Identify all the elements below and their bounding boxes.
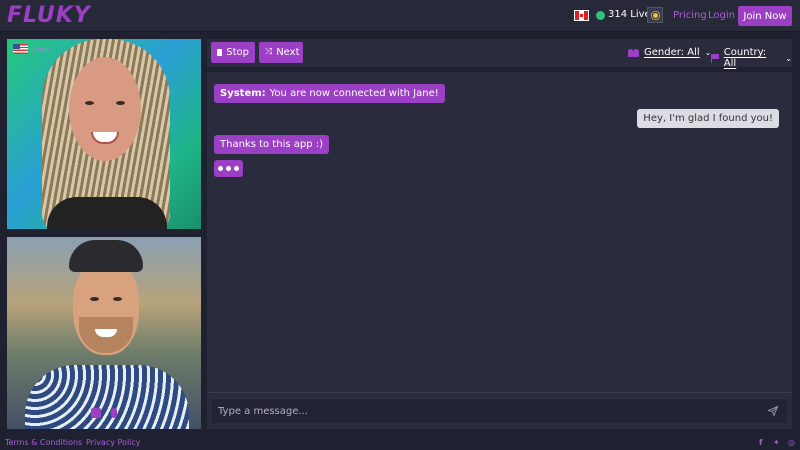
microphone-icon[interactable] <box>111 408 117 418</box>
pricing-link[interactable]: Pricing <box>673 10 707 21</box>
stranger-label: Jane <box>13 44 49 54</box>
footer: Terms & Conditions Privacy Policy f ✦ ◎ <box>0 436 800 450</box>
header: FLUKY 314 Live Pricing Login Join Now <box>0 0 800 32</box>
chevron-down-icon: ⌄ <box>785 53 792 63</box>
login-link[interactable]: Login <box>708 10 735 21</box>
facebook-icon[interactable]: f <box>759 438 762 447</box>
paper-plane-icon[interactable] <box>768 406 778 416</box>
stranger-name: Jane <box>32 44 50 54</box>
message-input[interactable] <box>212 399 787 423</box>
stop-button[interactable]: Stop <box>211 42 255 63</box>
my-message: Hey, I'm glad I found you! <box>637 109 779 128</box>
twitter-icon[interactable]: ✦ <box>773 438 780 447</box>
flag-icon <box>711 53 719 63</box>
stranger-message: Thanks to this app :) <box>214 135 330 154</box>
media-controls <box>91 408 117 418</box>
privacy-link[interactable]: Privacy Policy <box>86 438 141 447</box>
chat-log[interactable]: System: You are now connected with Jane!… <box>207 72 792 429</box>
typing-indicator <box>214 160 243 177</box>
self-video <box>7 237 201 429</box>
logo[interactable]: FLUKY <box>7 3 91 28</box>
users-icon <box>628 48 639 57</box>
stranger-video: Jane <box>7 39 201 229</box>
join-now-button[interactable]: Join Now <box>738 6 792 26</box>
camera-icon[interactable] <box>91 408 101 418</box>
stop-icon <box>217 49 223 56</box>
usa-flag-icon <box>13 44 28 54</box>
live-status-dot <box>596 11 605 20</box>
country-filter[interactable]: Country: All ⌄ <box>711 47 792 69</box>
gender-filter[interactable]: Gender: All ⌄ <box>628 47 711 58</box>
shuffle-icon: ⤨ <box>265 47 273 57</box>
whatsapp-icon[interactable]: ◎ <box>788 438 795 447</box>
theme-toggle-button[interactable] <box>647 7 663 23</box>
chat-toolbar: Stop ⤨ Next Gender: All ⌄ Country: All ⌄ <box>207 39 792 69</box>
canada-flag-icon[interactable] <box>574 10 589 21</box>
system-message: System: You are now connected with Jane! <box>214 84 445 103</box>
live-count: 314 Live <box>608 9 651 20</box>
terms-link[interactable]: Terms & Conditions <box>5 438 82 447</box>
message-bar <box>207 392 792 429</box>
sun-icon <box>652 12 658 18</box>
next-button[interactable]: ⤨ Next <box>259 42 303 63</box>
